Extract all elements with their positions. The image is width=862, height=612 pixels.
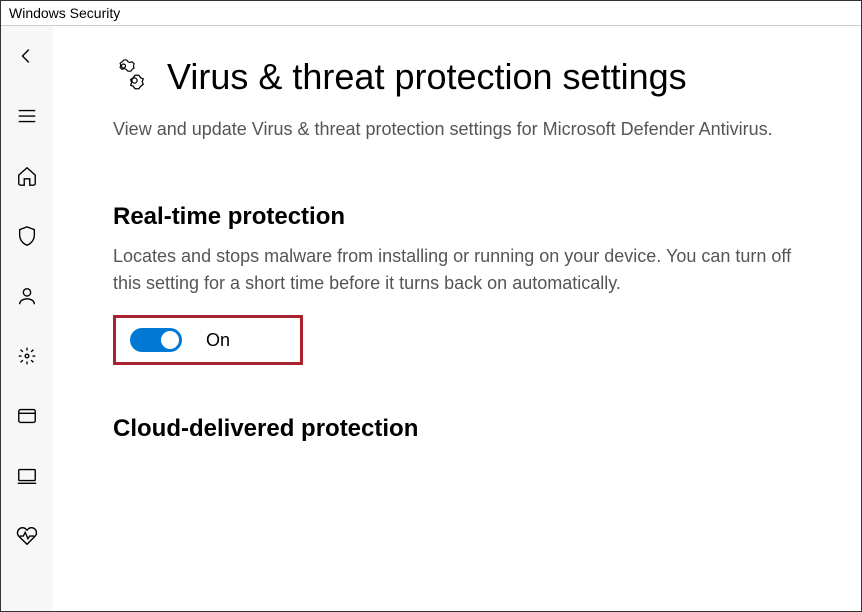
realtime-toggle-highlight: On	[113, 315, 303, 365]
page-title: Virus & threat protection settings	[167, 56, 687, 98]
home-icon[interactable]	[15, 164, 39, 188]
realtime-toggle[interactable]	[130, 328, 182, 352]
account-icon[interactable]	[15, 284, 39, 308]
toggle-thumb	[161, 331, 179, 349]
main-content: Virus & threat protection settings View …	[53, 26, 861, 611]
back-icon[interactable]	[15, 44, 39, 68]
page-header: Virus & threat protection settings	[113, 56, 821, 98]
firewall-icon[interactable]	[15, 344, 39, 368]
shield-icon[interactable]	[15, 224, 39, 248]
cloud-section-title: Cloud-delivered protection	[113, 415, 821, 443]
menu-icon[interactable]	[15, 104, 39, 128]
app-browser-icon[interactable]	[15, 404, 39, 428]
realtime-toggle-label: On	[206, 330, 230, 351]
device-health-icon[interactable]	[15, 524, 39, 548]
window-title: Windows Security	[9, 5, 120, 21]
realtime-section-desc: Locates and stops malware from installin…	[113, 243, 821, 297]
realtime-section-title: Real-time protection	[113, 203, 821, 231]
window-titlebar: Windows Security	[1, 1, 861, 26]
settings-gears-icon	[113, 59, 149, 95]
sidebar	[1, 26, 53, 611]
page-subtitle: View and update Virus & threat protectio…	[113, 116, 821, 143]
device-security-icon[interactable]	[15, 464, 39, 488]
